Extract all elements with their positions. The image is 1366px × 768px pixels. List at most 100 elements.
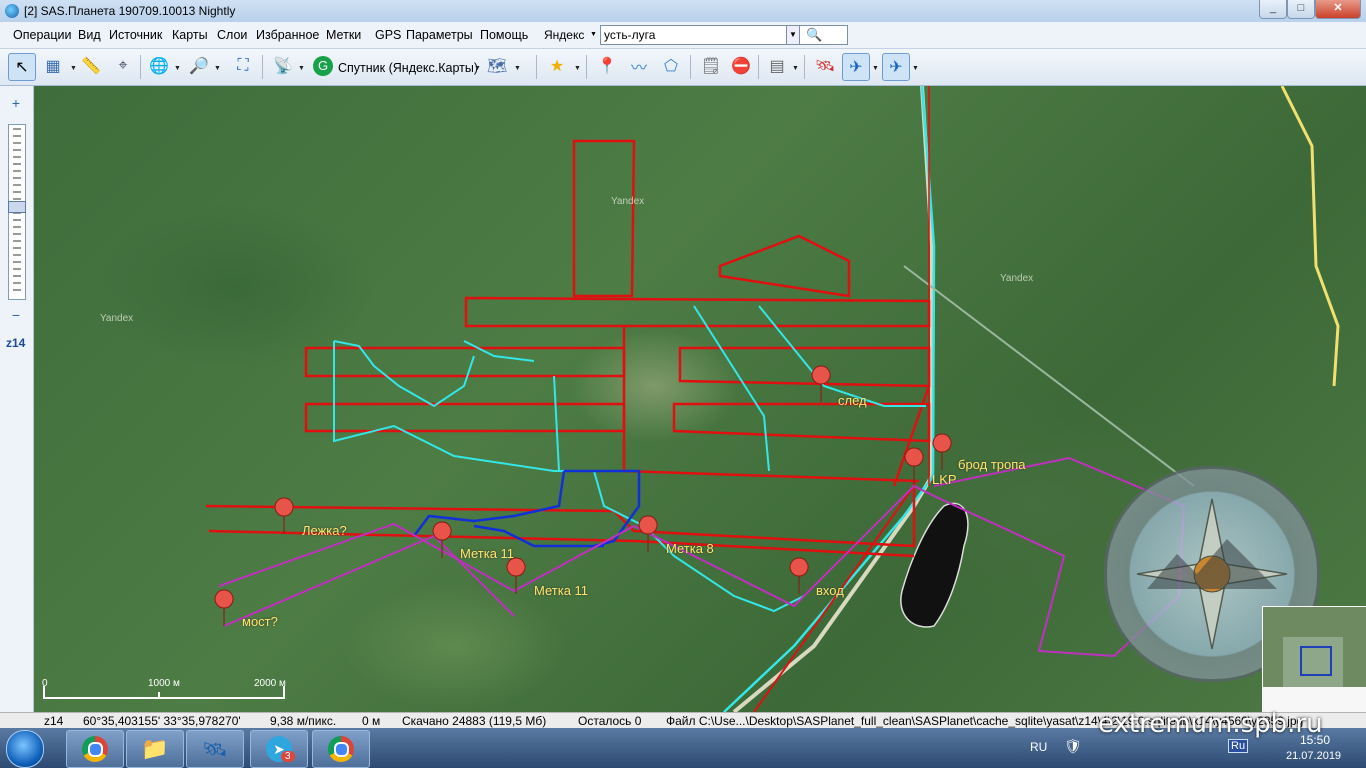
chevron-down-icon[interactable]: ▼ <box>298 65 305 72</box>
fullscreen-button[interactable]: ⛶ <box>230 53 256 79</box>
toolbar-divider <box>690 55 691 79</box>
scale-label-mid: 1000 м <box>148 678 180 689</box>
minimize-button[interactable]: _ <box>1259 0 1287 19</box>
chevron-down-icon[interactable]: ▼ <box>792 65 799 72</box>
sasplanet-icon: 🛰 <box>202 738 228 761</box>
taskbar-sasplanet[interactable]: 🛰 <box>186 730 244 768</box>
language-indicator[interactable]: RU <box>1030 740 1047 754</box>
satellite-source-button[interactable]: 📡 <box>270 53 296 79</box>
chevron-down-icon[interactable]: ▼ <box>872 65 879 72</box>
taskbar-explorer[interactable]: 📁 <box>126 730 184 768</box>
ruler-icon: 📏 <box>81 58 101 75</box>
cyan-tracks <box>333 305 926 613</box>
shield-icon[interactable]: 🛡 <box>1064 738 1082 755</box>
menu-placemarks[interactable]: Метки <box>326 28 361 42</box>
search-provider-select[interactable]: Яндекс <box>544 28 584 42</box>
chevron-down-icon[interactable]: ▼ <box>474 65 481 72</box>
map-scale-bar: 0 1000 м 2000 м <box>42 678 304 704</box>
placemark-label-brod[interactable]: брод тропа <box>958 457 1026 472</box>
favorites-button[interactable]: ★ <box>544 53 570 79</box>
chrome-icon <box>82 736 108 762</box>
status-zoom: z14 <box>44 714 64 728</box>
menu-help[interactable]: Помощь <box>480 28 528 42</box>
menu-source[interactable]: Источник <box>109 28 162 42</box>
gps-track-button[interactable]: ✈ <box>842 53 870 81</box>
status-remaining: Осталось 0 <box>578 714 642 728</box>
zoom-slider-thumb[interactable] <box>8 200 26 213</box>
ruler-button[interactable]: 📏 <box>78 53 104 79</box>
map-view[interactable]: Yandex Yandex Yandex след брод тропа LKP… <box>34 86 1366 712</box>
taskbar-chrome-2[interactable] <box>312 730 370 768</box>
gps-connect-button[interactable]: 🛰 <box>812 53 838 79</box>
menu-gps[interactable]: GPS <box>375 28 401 42</box>
maximize-button[interactable]: □ <box>1287 0 1315 19</box>
zoom-out-button[interactable]: − <box>7 306 25 324</box>
polygon-tool-button[interactable]: ⌖ <box>110 53 136 79</box>
chevron-down-icon[interactable]: ▼ <box>70 65 77 72</box>
zoom-in-button[interactable]: + <box>7 94 25 112</box>
highway-road <box>732 86 934 712</box>
close-button[interactable]: ✕ <box>1315 0 1361 19</box>
placemark-label-vhod[interactable]: вход <box>816 583 844 598</box>
placemark-label-most[interactable]: мост? <box>242 614 278 629</box>
chevron-down-icon[interactable]: ▼ <box>514 65 521 72</box>
yandex-watermark: Yandex <box>100 313 134 324</box>
pointer-tool-button[interactable]: ↖ <box>8 53 36 81</box>
chevron-down-icon[interactable]: ▼ <box>574 65 581 72</box>
placemark-label-metka11a[interactable]: Метка 11 <box>460 546 514 561</box>
placemark-label-lkp[interactable]: LKP <box>932 472 957 487</box>
menu-maps[interactable]: Карты <box>172 28 208 42</box>
gps-center-button[interactable]: ✈ <box>882 53 910 81</box>
toolbar-divider <box>262 55 263 79</box>
app-icon <box>5 4 19 18</box>
search-history-dropdown[interactable]: ▼ <box>786 25 800 45</box>
hide-placemarks-button[interactable]: ⛔ <box>728 53 754 79</box>
map-type-label[interactable]: Спутник (Яндекс.Карты) <box>338 61 478 75</box>
zoom-out-icon: − <box>11 307 21 323</box>
layers-button[interactable]: 🗺 <box>484 53 510 79</box>
menu-settings[interactable]: Параметры <box>406 28 473 42</box>
placemark-label-sled[interactable]: след <box>838 393 867 408</box>
grid-button[interactable]: ▤ <box>764 53 790 79</box>
chevron-down-icon[interactable]: ▼ <box>174 65 181 72</box>
globe-icon: 🌐 <box>149 58 169 75</box>
chevron-down-icon[interactable]: ▼ <box>912 65 919 72</box>
add-placemark-button[interactable]: 📍 <box>594 53 620 79</box>
search-icon[interactable]: 🔍 <box>806 27 822 43</box>
telegram-badge: 3 <box>281 751 295 762</box>
ru-tray-badge[interactable]: Ru <box>1228 739 1249 753</box>
toolbar-divider <box>536 55 537 79</box>
cursor-icon: ↖ <box>15 59 29 76</box>
placemarks-manager-button[interactable]: 🗒 <box>698 53 724 79</box>
toolbar-divider <box>586 55 587 79</box>
clock-date[interactable]: 21.07.2019 <box>1286 750 1341 762</box>
placemark-label-metka11b[interactable]: Метка 11 <box>534 583 588 598</box>
select-area-button[interactable]: ▦ <box>40 53 66 79</box>
title-bar: [2] SAS.Планета 190709.10013 Nightly _ □… <box>0 0 1366 23</box>
no-entry-icon: ⛔ <box>731 58 751 75</box>
add-path-button[interactable]: 〰 <box>626 53 652 79</box>
placemark-label-metka8[interactable]: Метка 8 <box>666 541 714 556</box>
status-downloaded: Скачано 24883 (119,5 Мб) <box>402 714 547 728</box>
menu-favorites[interactable]: Избранное <box>256 28 319 42</box>
taskbar-telegram[interactable]: ➤ 3 <box>250 730 308 768</box>
start-button[interactable] <box>6 730 44 768</box>
add-polygon-button[interactable]: ⬠ <box>658 53 684 79</box>
menu-layers[interactable]: Слои <box>217 28 247 42</box>
provider-dropdown-icon[interactable]: ▼ <box>590 31 597 38</box>
zoom-tool-button[interactable]: 🔎 <box>186 53 212 79</box>
menu-bar: Операции Вид Источник Карты Слои Избранн… <box>0 22 1366 49</box>
pin-lezhka <box>274 497 294 535</box>
map-source-button[interactable]: G <box>310 53 336 79</box>
placemark-label-lezhka[interactable]: Лежка? <box>302 523 347 538</box>
chevron-down-icon[interactable]: ▼ <box>214 65 221 72</box>
polygon-draw-icon: ⬠ <box>664 58 678 75</box>
pin-brod <box>932 433 952 471</box>
taskbar-chrome[interactable] <box>66 730 124 768</box>
menu-view[interactable]: Вид <box>78 28 101 42</box>
globe-button[interactable]: 🌐 <box>146 53 172 79</box>
minimap[interactable] <box>1262 606 1366 712</box>
zoom-in-icon: + <box>11 95 21 111</box>
gps-center-icon: ✈ <box>889 59 903 76</box>
menu-operations[interactable]: Операции <box>13 28 71 42</box>
